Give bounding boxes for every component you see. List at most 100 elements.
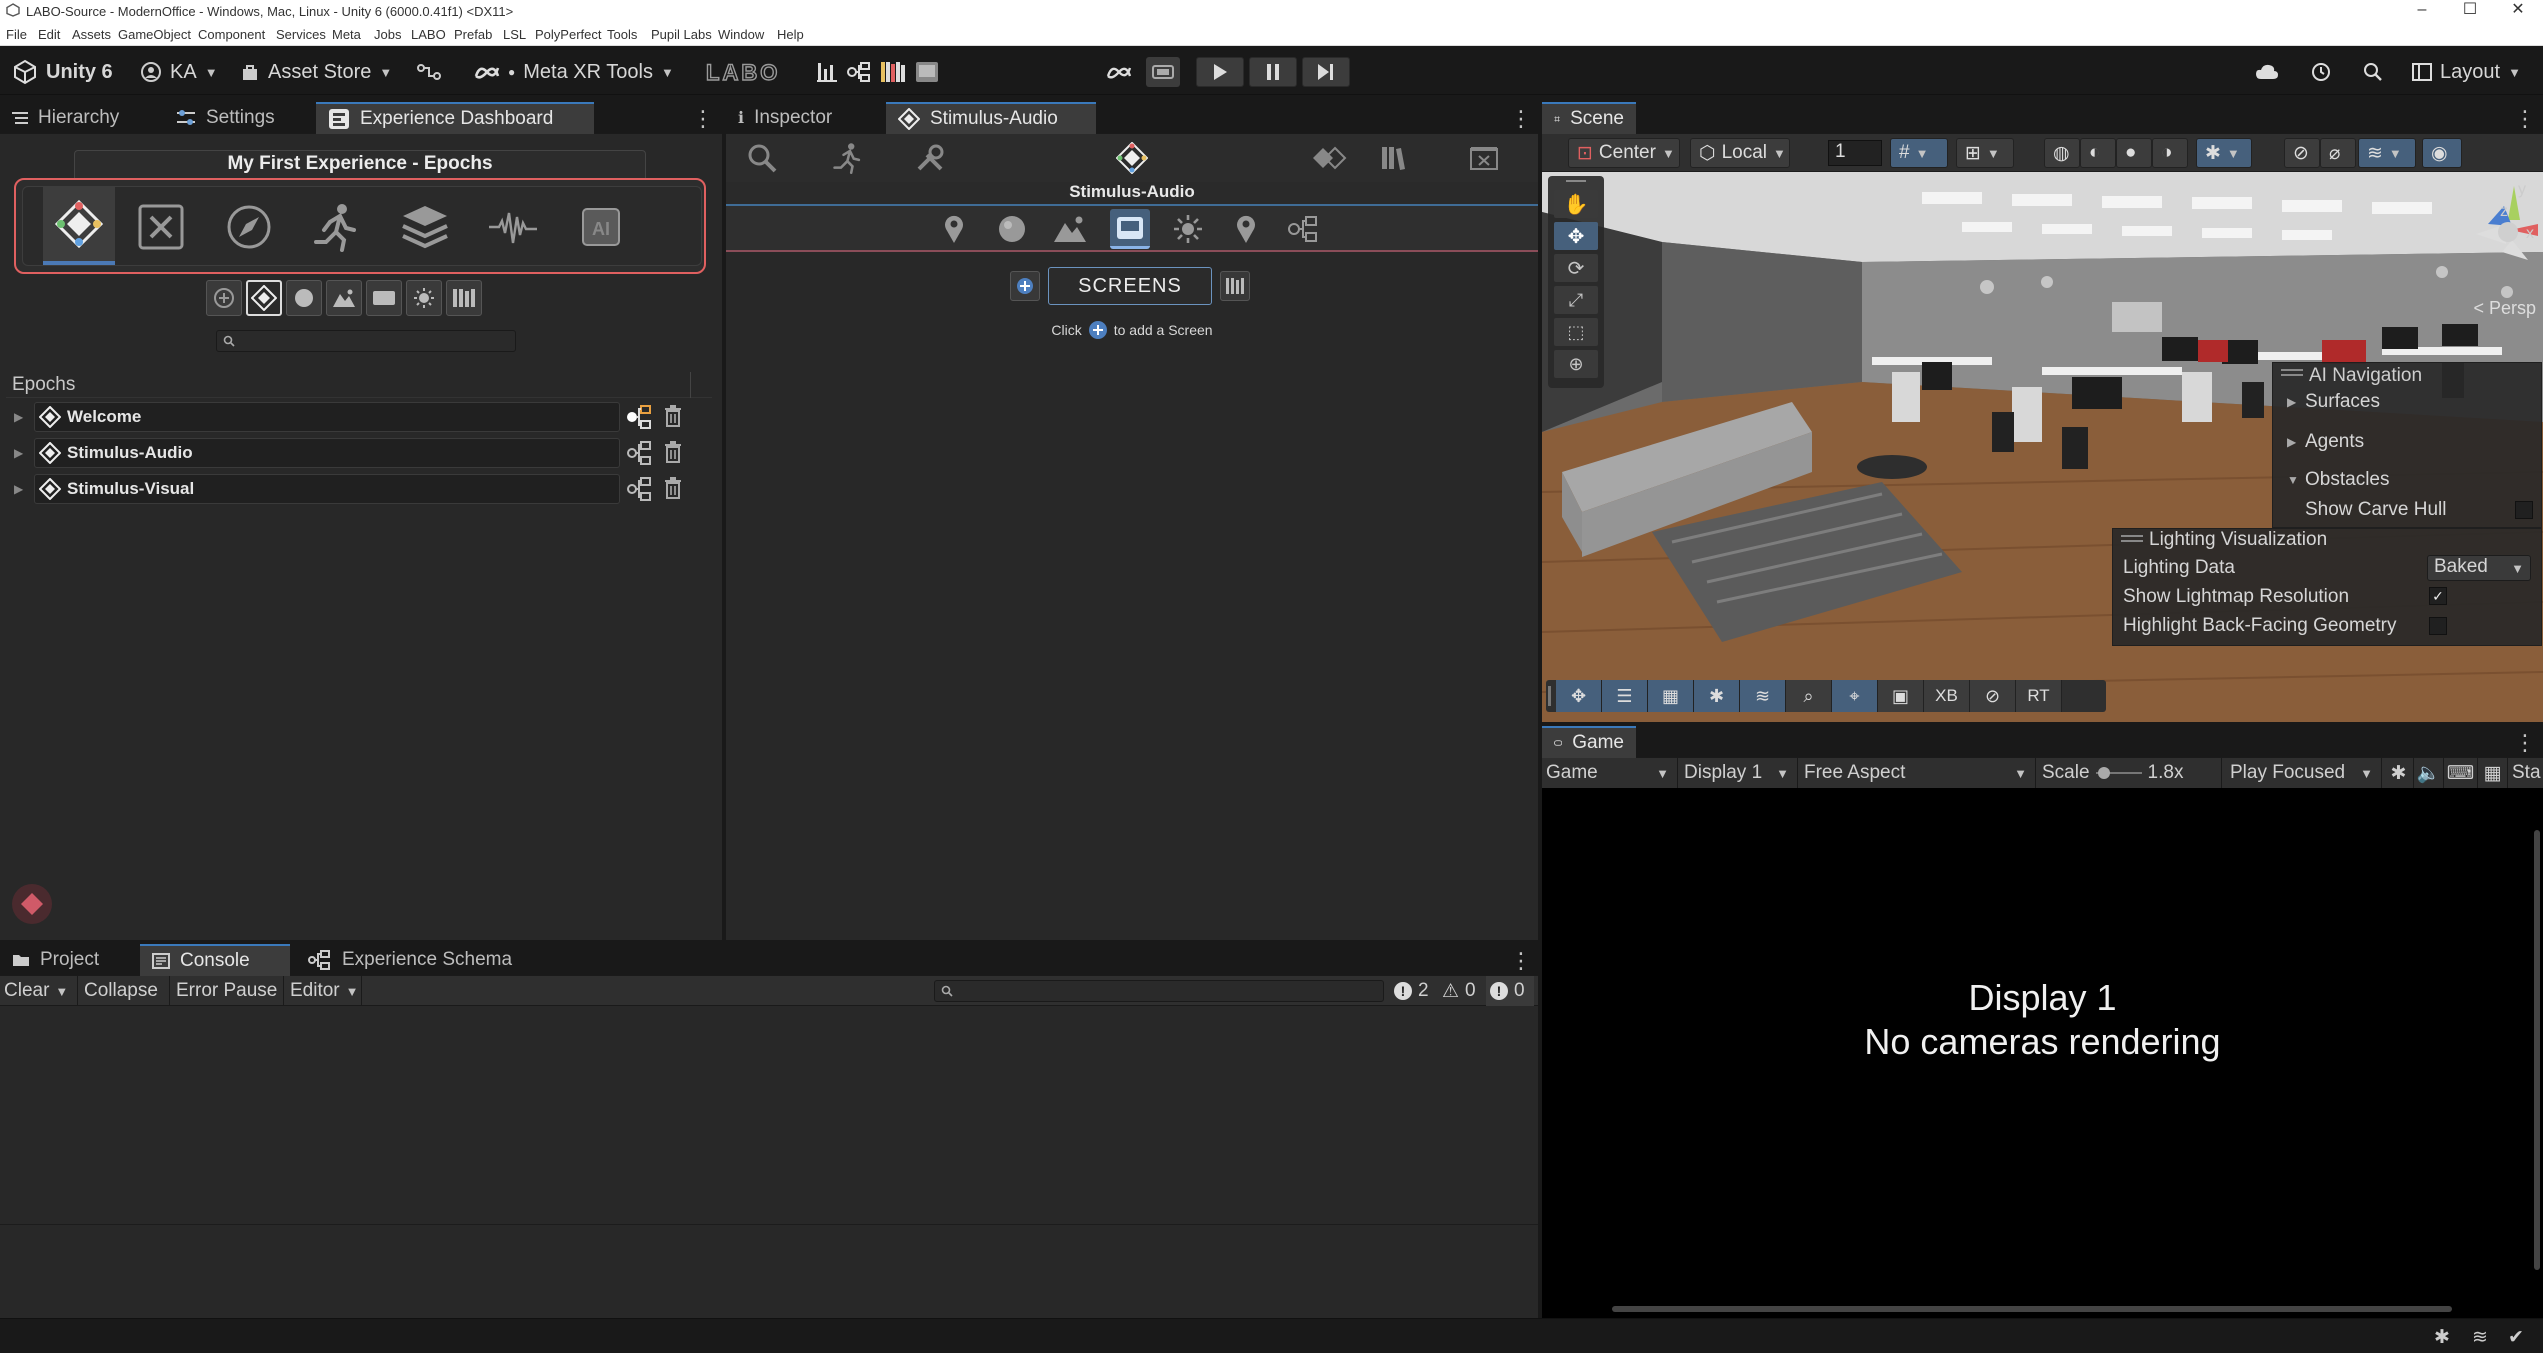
landscape-sub-tile[interactable]	[326, 280, 362, 316]
tab-project[interactable]: Project	[0, 944, 111, 976]
library-sub-tile[interactable]	[446, 280, 482, 316]
tab-hierarchy[interactable]: Hierarchy	[0, 102, 131, 134]
gizmos-grid-button[interactable]: ▦	[2478, 758, 2508, 788]
menu-meta[interactable]: Meta	[332, 27, 361, 42]
lighting-toggle[interactable]: ⊘	[2284, 138, 2320, 168]
cache-server-icon[interactable]: ≋	[2468, 1325, 2492, 1349]
screen-tool-active[interactable]	[1110, 209, 1150, 249]
epoch-schema-button[interactable]	[626, 440, 656, 466]
progress-check-icon[interactable]: ✔	[2504, 1325, 2528, 1349]
add-screen-button[interactable]	[1010, 271, 1040, 301]
compass-tool[interactable]	[219, 197, 279, 257]
epoch-sub-tile[interactable]	[246, 280, 282, 316]
add-sub-button[interactable]	[206, 280, 242, 316]
expand-arrow-icon[interactable]: ▶	[2287, 395, 2296, 409]
menu-jobs[interactable]: Jobs	[374, 27, 401, 42]
ai-nav-surfaces[interactable]: Surfaces	[2305, 391, 2380, 413]
projection-label[interactable]: < Persp	[2456, 298, 2536, 319]
shaded-wire-button[interactable]: ◐	[2080, 138, 2116, 168]
error-count-toggle[interactable]: ! 2	[1390, 976, 1436, 1006]
ai-nav-agents[interactable]: Agents	[2305, 431, 2364, 453]
vertical-scrollbar[interactable]	[2534, 830, 2540, 1270]
screen-sub-tile[interactable]	[366, 280, 402, 316]
camera-view-button[interactable]: ▣	[1878, 680, 1924, 712]
sphere-tool[interactable]	[992, 209, 1032, 249]
history-icon[interactable]	[2306, 57, 2336, 87]
more-options-icon[interactable]: ⋮	[1510, 948, 1532, 974]
collapse-toggle[interactable]: Collapse	[80, 976, 170, 1006]
expand-arrow-icon[interactable]: ▶	[2287, 435, 2296, 449]
menu-prefab[interactable]: Prefab	[454, 27, 492, 42]
scene-viewport[interactable]: ✋ ✥ ⟳ ⤢ ⬚ ⊕ y z x < Persp AI Navigation …	[1542, 172, 2543, 722]
epoch-button[interactable]	[1112, 138, 1152, 178]
highlight-backface-checkbox[interactable]	[2429, 617, 2447, 635]
clear-dropdown[interactable]: Clear ▼	[0, 976, 78, 1006]
align-button[interactable]: ☰	[1602, 680, 1648, 712]
more-options-icon[interactable]: ⋮	[2514, 730, 2536, 756]
debug-off-icon[interactable]: ✱	[2430, 1325, 2454, 1349]
layout-dropdown[interactable]: Layout ▼	[2412, 57, 2521, 87]
library-books-icon[interactable]	[878, 57, 908, 87]
more-options-icon[interactable]: ⋮	[2514, 106, 2536, 132]
tab-experience-dashboard[interactable]: Experience Dashboard	[316, 102, 594, 134]
grid-snap-toggle[interactable]: # ▼	[1890, 138, 1948, 168]
space-dropdown[interactable]: ⬡ Local ▼	[1690, 138, 1790, 168]
gizmos-dropdown[interactable]: ✱ ▼	[2196, 138, 2252, 168]
layers-tool[interactable]	[395, 197, 455, 257]
close-window-button[interactable]: ✕	[2494, 0, 2542, 22]
ai-tool[interactable]: AI	[571, 197, 631, 257]
menu-file[interactable]: File	[6, 27, 27, 42]
epoch-row-stimulus-audio[interactable]: Stimulus-Audio	[34, 438, 620, 468]
scene-search-button[interactable]: ⌕	[1786, 680, 1832, 712]
node-graph-tool[interactable]	[1284, 209, 1324, 249]
menu-labo[interactable]: LABO	[411, 27, 446, 42]
menu-lsl[interactable]: LSL	[503, 27, 526, 42]
layers-visibility-button[interactable]: ≋	[1740, 680, 1786, 712]
layers-dropdown[interactable]: ≋ ▼	[2358, 138, 2416, 168]
image-gallery-icon[interactable]	[912, 57, 942, 87]
play-mode-dropdown[interactable]: Play Focused ▼	[2226, 758, 2382, 788]
unity-version-button[interactable]: Unity 6	[12, 57, 113, 87]
more-options-icon[interactable]: ⋮	[692, 106, 714, 132]
expand-arrow-icon[interactable]: ▶	[14, 482, 23, 496]
epoch-row-stimulus-visual[interactable]: Stimulus-Visual	[34, 474, 620, 504]
shaded-button[interactable]: ●	[2116, 138, 2152, 168]
hand-tool-button[interactable]: ✋	[1554, 190, 1598, 218]
expand-arrow-icon[interactable]: ▶	[14, 410, 23, 424]
epoch-schema-button[interactable]	[626, 404, 656, 430]
play-button[interactable]	[1196, 57, 1244, 87]
epoch-row-welcome[interactable]: Welcome	[34, 402, 620, 432]
search-icon[interactable]	[2358, 57, 2388, 87]
display-dropdown[interactable]: Display 1 ▼	[1680, 758, 1798, 788]
meta-xr-tools-dropdown[interactable]: ● Meta XR Tools ▼	[474, 57, 674, 87]
labo-fab-button[interactable]	[12, 884, 52, 924]
log-count-toggle[interactable]: ! 0	[1486, 976, 1534, 1006]
lit-button[interactable]: ◑	[2152, 138, 2188, 168]
menu-window[interactable]: Window	[718, 27, 764, 42]
delete-epoch-button[interactable]	[664, 405, 682, 427]
waypoint-tool[interactable]	[1226, 209, 1266, 249]
bar-chart-icon[interactable]	[812, 57, 842, 87]
tab-inspector[interactable]: ℹ Inspector	[726, 102, 844, 134]
ai-nav-obstacles[interactable]: Obstacles	[2305, 469, 2389, 491]
simulator-icon[interactable]	[1146, 57, 1180, 87]
tab-game[interactable]: Game	[1542, 726, 1636, 758]
stats-button[interactable]: Sta	[2508, 758, 2543, 788]
epoch-schema-button[interactable]	[626, 476, 656, 502]
waveform-tool[interactable]	[483, 197, 543, 257]
pivot-dropdown[interactable]: ⊡ Center ▼	[1568, 138, 1680, 168]
version-control-icon[interactable]	[414, 57, 444, 87]
game-gizmos-button[interactable]: ✱	[2384, 758, 2414, 788]
rect-tool-button[interactable]: ⬚	[1554, 318, 1598, 346]
epochs-search-input[interactable]	[216, 330, 516, 352]
scale-tool-button[interactable]: ⤢	[1554, 286, 1598, 314]
menu-help[interactable]: Help	[777, 27, 804, 42]
grid-toggle-button[interactable]: ▦	[1648, 680, 1694, 712]
expand-arrow-icon[interactable]: ▶	[14, 446, 23, 460]
compass-toggle-button[interactable]: ⊘	[1970, 680, 2016, 712]
tools-button[interactable]	[910, 138, 950, 178]
error-pause-toggle[interactable]: Error Pause	[172, 976, 284, 1006]
editor-dropdown[interactable]: Editor ▼	[286, 976, 362, 1006]
light-sub-tile[interactable]	[406, 280, 442, 316]
menu-assets[interactable]: Assets	[72, 27, 111, 42]
